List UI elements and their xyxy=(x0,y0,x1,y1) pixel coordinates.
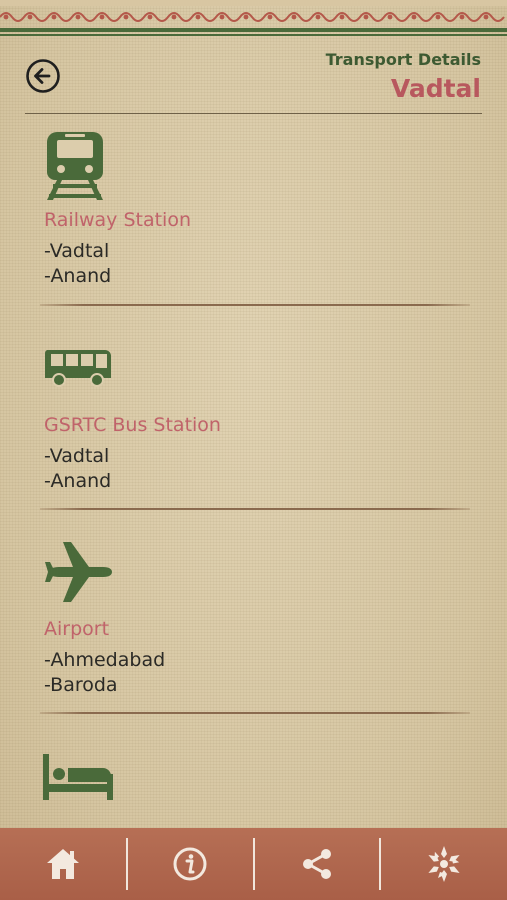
location-item: -Anand xyxy=(44,265,112,287)
bottom-navigation xyxy=(0,828,507,900)
info-button[interactable] xyxy=(127,828,253,900)
share-icon xyxy=(303,849,331,879)
back-button[interactable] xyxy=(25,58,61,94)
location-item: -Anand xyxy=(44,470,112,492)
section-divider xyxy=(40,304,470,306)
home-icon xyxy=(47,849,79,879)
decorative-top-border xyxy=(0,0,507,40)
header-divider xyxy=(25,113,482,114)
emblem-button[interactable] xyxy=(381,828,507,900)
section-divider xyxy=(40,712,470,714)
page-subtitle: Transport Details xyxy=(325,50,481,69)
location-item: -Ahmedabad xyxy=(44,649,166,671)
airplane-icon xyxy=(43,540,113,608)
location-item: -Vadtal xyxy=(44,445,110,467)
header: Transport Details Vadtal xyxy=(0,40,507,116)
section-divider xyxy=(40,508,470,510)
train-icon xyxy=(43,130,107,204)
section-title: Airport xyxy=(44,618,110,640)
section-title: GSRTC Bus Station xyxy=(44,414,221,436)
info-icon xyxy=(173,847,207,881)
home-button[interactable] xyxy=(0,828,126,900)
bed-icon xyxy=(43,754,113,804)
bus-icon xyxy=(43,348,113,392)
section-title: Railway Station xyxy=(44,209,191,231)
location-item: -Baroda xyxy=(44,674,118,696)
page-title: Vadtal xyxy=(390,74,481,103)
location-item: -Vadtal xyxy=(44,240,110,262)
temple-emblem-icon xyxy=(428,846,460,882)
share-button[interactable] xyxy=(254,828,380,900)
back-arrow-icon xyxy=(26,59,60,93)
